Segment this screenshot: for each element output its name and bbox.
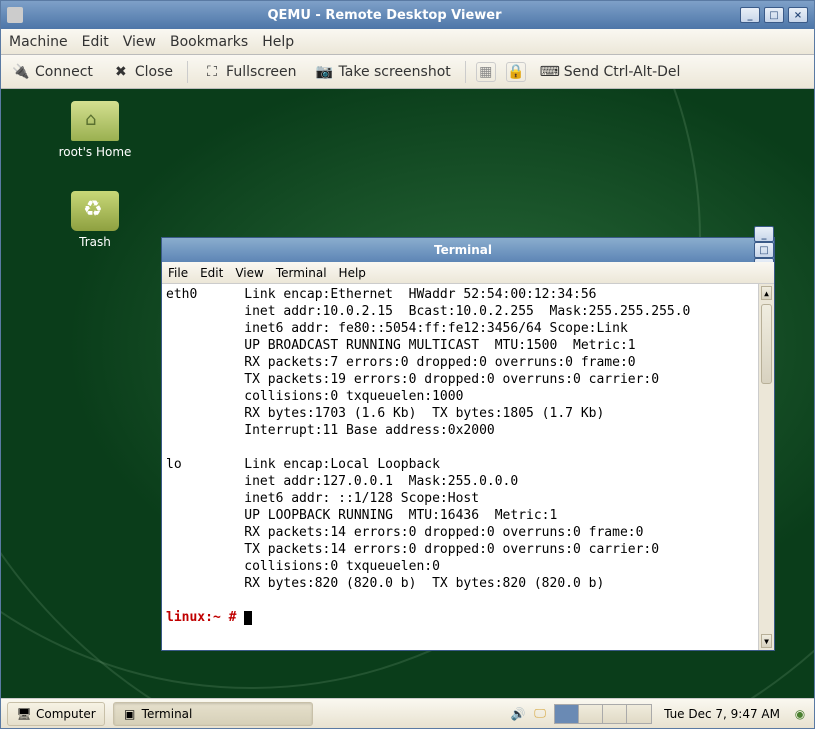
workspace-3[interactable]: [603, 705, 627, 723]
fullscreen-button[interactable]: ⛶ Fullscreen: [198, 60, 300, 84]
menu-view[interactable]: View: [123, 34, 156, 50]
app-icon: [7, 7, 23, 23]
trash-icon: [71, 191, 119, 231]
desktop-icon-label: Trash: [55, 235, 135, 249]
scroll-down-arrow[interactable]: ▼: [761, 634, 772, 648]
term-menu-edit[interactable]: Edit: [200, 266, 223, 280]
suse-icon[interactable]: ◉: [792, 706, 808, 722]
system-tray: 🔊 🖵 Tue Dec 7, 9:47 AM ◉: [510, 704, 808, 724]
workspace-pager[interactable]: [554, 704, 652, 724]
connect-label: Connect: [35, 64, 93, 80]
screenshot-label: Take screenshot: [339, 64, 451, 80]
menu-help[interactable]: Help: [262, 34, 294, 50]
fullscreen-icon: ⛶: [202, 62, 222, 82]
send-cad-button[interactable]: ⌨ Send Ctrl-Alt-Del: [536, 60, 685, 84]
terminal-minimize-button[interactable]: _: [754, 226, 774, 242]
clock[interactable]: Tue Dec 7, 9:47 AM: [664, 707, 780, 721]
taskbar-terminal-button[interactable]: ▣ Terminal: [113, 702, 313, 726]
menu-machine[interactable]: Machine: [9, 34, 68, 50]
viewer-title: QEMU - Remote Desktop Viewer: [29, 8, 740, 23]
workspace-2[interactable]: [579, 705, 603, 723]
screenshot-button[interactable]: 📷 Take screenshot: [311, 60, 455, 84]
term-menu-view[interactable]: View: [235, 266, 263, 280]
maximize-button[interactable]: □: [764, 7, 784, 23]
readonly-icon[interactable]: 🔒: [506, 62, 526, 82]
volume-icon[interactable]: 🔊: [510, 706, 526, 722]
minimize-button[interactable]: _: [740, 7, 760, 23]
close-conn-button[interactable]: ✖ Close: [107, 60, 177, 84]
scroll-up-arrow[interactable]: ▲: [761, 286, 772, 300]
workspace-1[interactable]: [555, 705, 579, 723]
term-menu-file[interactable]: File: [168, 266, 188, 280]
keyboard-icon: ⌨: [540, 62, 560, 82]
viewer-window: QEMU - Remote Desktop Viewer _ □ × Machi…: [0, 0, 815, 729]
desktop-icon-label: root's Home: [55, 145, 135, 159]
menu-edit[interactable]: Edit: [82, 34, 109, 50]
terminal-scrollbar[interactable]: ▲ ▼: [758, 284, 774, 650]
viewer-menubar: Machine Edit View Bookmarks Help: [1, 29, 814, 55]
menu-bookmarks[interactable]: Bookmarks: [170, 34, 248, 50]
close-label: Close: [135, 64, 173, 80]
terminal-body[interactable]: eth0 Link encap:Ethernet HWaddr 52:54:00…: [162, 284, 774, 650]
taskbar-computer-button[interactable]: 🖥 Computer: [7, 702, 105, 726]
close-button[interactable]: ×: [788, 7, 808, 23]
scroll-thumb[interactable]: [761, 304, 772, 384]
remote-desktop[interactable]: root's Home Trash Terminal _ □ × File Ed…: [1, 89, 814, 728]
taskbar-terminal-label: Terminal: [142, 707, 193, 721]
fullscreen-label: Fullscreen: [226, 64, 296, 80]
camera-icon: 📷: [315, 62, 335, 82]
term-menu-terminal[interactable]: Terminal: [276, 266, 327, 280]
terminal-window[interactable]: Terminal _ □ × File Edit View Terminal H…: [161, 237, 775, 651]
taskbar: 🖥 Computer ▣ Terminal 🔊 🖵 Tue Dec 7, 9:4…: [1, 698, 814, 728]
term-menu-help[interactable]: Help: [339, 266, 366, 280]
terminal-title: Terminal: [172, 243, 754, 257]
terminal-prompt: linux:~ #: [166, 610, 244, 625]
send-cad-label: Send Ctrl-Alt-Del: [564, 64, 681, 80]
display-icon[interactable]: 🖵: [532, 706, 548, 722]
terminal-menubar: File Edit View Terminal Help: [162, 262, 774, 284]
connect-button[interactable]: 🔌 Connect: [7, 60, 97, 84]
computer-icon: 🖥: [16, 706, 32, 722]
viewer-titlebar[interactable]: QEMU - Remote Desktop Viewer _ □ ×: [1, 1, 814, 29]
viewer-toolbar: 🔌 Connect ✖ Close ⛶ Fullscreen 📷 Take sc…: [1, 55, 814, 89]
terminal-icon: ▣: [122, 706, 138, 722]
terminal-cursor: [244, 611, 252, 625]
separator: [187, 61, 188, 83]
scaling-icon[interactable]: ▦: [476, 62, 496, 82]
taskbar-computer-label: Computer: [36, 707, 96, 721]
desktop-icon-home[interactable]: root's Home: [55, 101, 135, 159]
terminal-maximize-button[interactable]: □: [754, 242, 774, 258]
separator: [465, 61, 466, 83]
folder-icon: [71, 101, 119, 141]
desktop-icon-trash[interactable]: Trash: [55, 191, 135, 249]
plug-icon: 🔌: [11, 62, 31, 82]
workspace-4[interactable]: [627, 705, 651, 723]
close-icon: ✖: [111, 62, 131, 82]
terminal-titlebar[interactable]: Terminal _ □ ×: [162, 238, 774, 262]
